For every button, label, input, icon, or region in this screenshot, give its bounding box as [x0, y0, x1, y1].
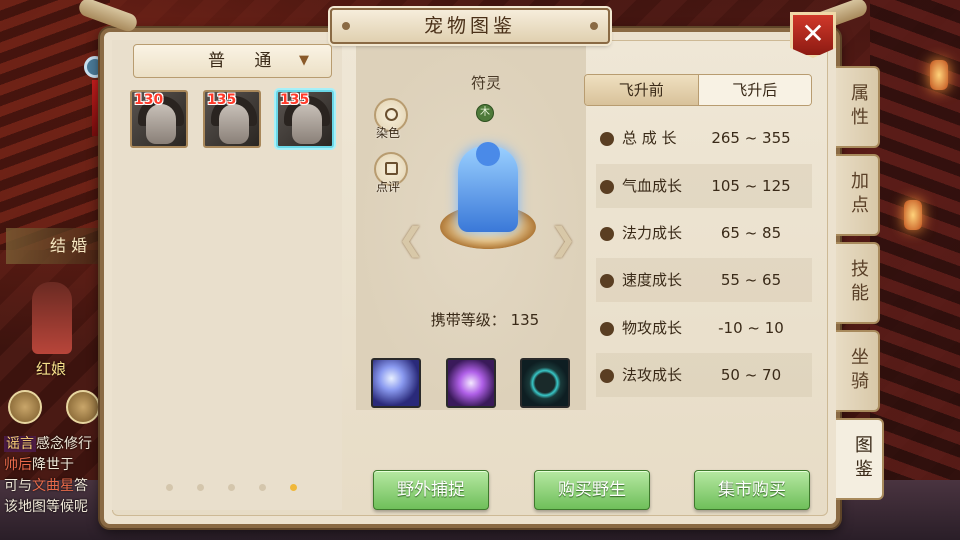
chat-highlight: 文曲星: [32, 478, 74, 494]
pet-level: 135: [280, 92, 310, 108]
friend-button[interactable]: [8, 390, 42, 424]
stat-value: -10 ~ 10: [718, 319, 784, 337]
wild-capture-button[interactable]: 野外捕捉: [373, 470, 489, 510]
stat-value: 50 ~ 70: [720, 366, 782, 384]
heart-icon: [600, 180, 614, 194]
chat-line: 谣言 感念修行: [4, 434, 104, 455]
close-icon: ✕: [801, 17, 825, 50]
chat-line: 帅后降世于: [4, 455, 104, 476]
npc-badge[interactable]: 结 婚: [6, 228, 106, 264]
stat-row: 法攻成长 50 ~ 70: [596, 353, 812, 397]
pet-level: 130: [134, 92, 164, 108]
window-title-text: 宠物图鉴: [423, 15, 516, 37]
chat-text: 降世于: [32, 457, 74, 473]
stat-row: 法力成长 65 ~ 85: [596, 211, 812, 255]
side-tab-encyclopedia[interactable]: 图鉴: [836, 418, 884, 500]
skill-icon[interactable]: [520, 358, 570, 408]
stat-name: 物攻成长: [622, 319, 683, 337]
chat-text: 该地图等候呢: [4, 499, 88, 515]
page-dot[interactable]: [259, 484, 266, 491]
stat-row: 物攻成长 -10 ~ 10: [596, 306, 812, 350]
pet-name: 符灵: [470, 74, 501, 92]
carry-level: 携带等级： 135: [356, 309, 614, 330]
npc-figure[interactable]: [32, 282, 72, 354]
side-tab-attributes[interactable]: 属性: [836, 66, 880, 148]
chat-line: 可与文曲星答: [4, 476, 104, 497]
comment-label: 点评: [376, 180, 401, 194]
stat-row: 总 成 长 265 ~ 355: [596, 116, 812, 160]
skill-icon[interactable]: [446, 358, 496, 408]
speed-icon: [600, 274, 614, 288]
drop-icon: [600, 227, 614, 241]
chat-tag: 谣言: [4, 436, 36, 452]
pet-type-dropdown[interactable]: 普 通 ▼: [133, 44, 332, 78]
comment-icon: [385, 162, 398, 175]
npc-name: 红娘: [36, 360, 67, 378]
dye-label: 染色: [376, 126, 401, 140]
chat-log: 谣言 感念修行 帅后降世于 可与文曲星答 该地图等候呢: [4, 434, 104, 518]
tassel-icon: [92, 80, 98, 136]
chevron-down-icon: ▼: [299, 53, 309, 68]
chat-line: 该地图等候呢: [4, 497, 104, 518]
stat-name: 法力成长: [622, 224, 683, 242]
eye-icon: [385, 108, 398, 121]
chat-text: 可与: [4, 478, 32, 494]
pet-model[interactable]: [458, 142, 518, 232]
pet-thumbnail[interactable]: 135: [203, 90, 261, 148]
ascension-tabs: 飞升前 飞升后: [584, 74, 812, 106]
rivet-icon: [590, 22, 598, 30]
flame-icon: [600, 369, 614, 383]
stat-name: 法攻成长: [622, 366, 683, 384]
page-dot-active[interactable]: [290, 484, 297, 491]
rivet-icon: [342, 22, 350, 30]
pet-model-head: [476, 142, 500, 166]
pet-thumbnail-selected[interactable]: 135: [276, 90, 334, 148]
skill-icon[interactable]: [371, 358, 421, 408]
tab-before-ascension[interactable]: 飞升前: [585, 75, 698, 105]
lantern-icon: [930, 60, 948, 90]
pet-face: [146, 104, 176, 144]
chat-bubble-icon[interactable]: [66, 390, 100, 424]
stat-value: 55 ~ 65: [720, 271, 782, 289]
growth-icon: [600, 132, 614, 146]
lantern-icon: [904, 200, 922, 230]
carry-level-label: 携带等级：: [430, 311, 506, 329]
stat-value: 105 ~ 125: [711, 177, 791, 195]
stat-name: 总 成 长: [622, 129, 677, 147]
pet-face: [292, 104, 322, 144]
chat-text: 答: [74, 478, 88, 494]
stat-name: 气血成长: [622, 177, 683, 195]
chat-text: 感念修行: [36, 436, 92, 452]
element-badge: 木: [476, 104, 494, 122]
pet-face: [219, 104, 249, 144]
pagination-dots: [166, 484, 297, 491]
tab-after-ascension[interactable]: 飞升后: [697, 75, 811, 105]
side-tab-mount[interactable]: 坐骑: [836, 330, 880, 412]
market-buy-button[interactable]: 集市购买: [694, 470, 810, 510]
page-dot[interactable]: [197, 484, 204, 491]
sword-icon: [600, 322, 614, 336]
buy-wild-button[interactable]: 购买野生: [534, 470, 650, 510]
chat-highlight: 帅后: [4, 457, 32, 473]
stat-value: 65 ~ 85: [720, 224, 782, 242]
page-dot[interactable]: [228, 484, 235, 491]
rotate-right-icon[interactable]: ❯: [548, 222, 578, 256]
stat-row: 速度成长 55 ~ 65: [596, 258, 812, 302]
page-dot[interactable]: [166, 484, 173, 491]
stat-row: 气血成长 105 ~ 125: [596, 164, 812, 208]
side-tab-points[interactable]: 加点: [836, 154, 880, 236]
window-title: 宠物图鉴: [330, 8, 610, 44]
rotate-left-icon[interactable]: ❮: [396, 222, 426, 256]
dropdown-value: 普 通: [208, 51, 284, 71]
pet-level: 135: [207, 92, 237, 108]
stat-name: 速度成长: [622, 271, 683, 289]
side-tab-skills[interactable]: 技能: [836, 242, 880, 324]
stat-value: 265 ~ 355: [711, 129, 791, 147]
carry-level-value: 135: [510, 311, 540, 329]
pet-thumbnail[interactable]: 130: [130, 90, 188, 148]
